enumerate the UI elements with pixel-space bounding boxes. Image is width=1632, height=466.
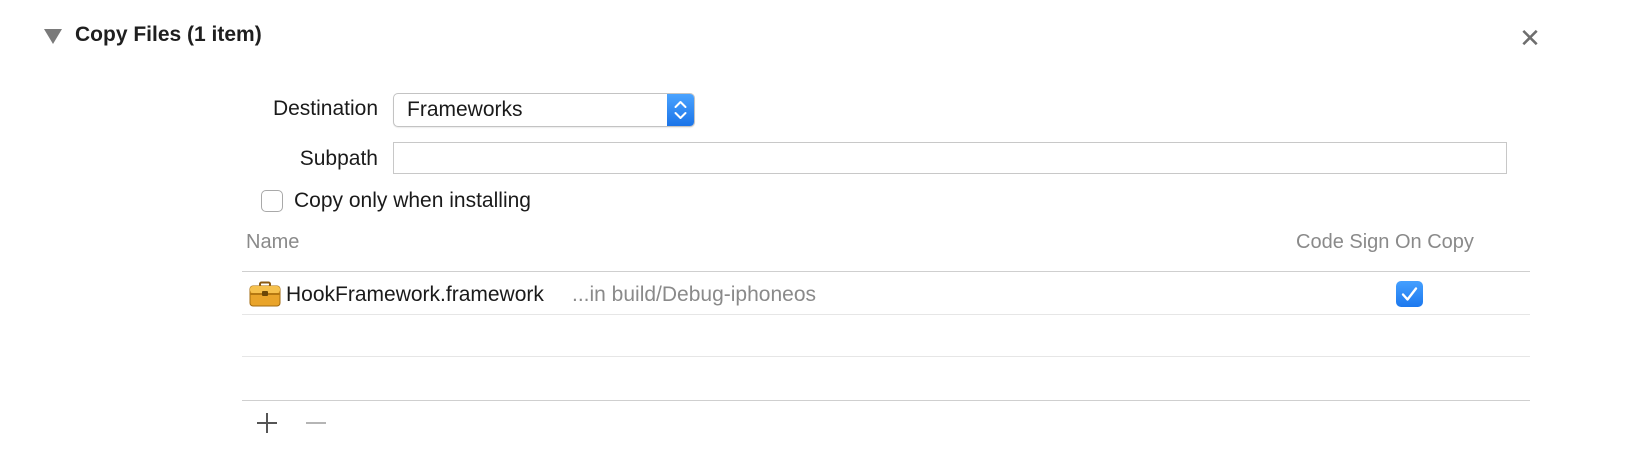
subpath-label: Subpath <box>299 147 378 170</box>
table-bottom-divider <box>242 400 1530 401</box>
toolbox-framework-icon <box>249 281 281 307</box>
plus-icon[interactable] <box>254 410 280 436</box>
copy-files-phase: Copy Files (1 item) ✕ Destination Framew… <box>0 0 1632 466</box>
close-icon[interactable]: ✕ <box>1516 24 1544 52</box>
destination-value: Frameworks <box>407 98 523 121</box>
column-header-name[interactable]: Name <box>246 231 299 254</box>
table-row[interactable]: HookFramework.framework ...in build/Debu… <box>242 272 1530 314</box>
popup-stepper-icon <box>667 94 694 126</box>
column-header-code-sign[interactable]: Code Sign On Copy <box>1296 231 1474 254</box>
destination-popup[interactable]: Frameworks <box>393 93 695 127</box>
copy-only-checkbox[interactable] <box>261 190 283 212</box>
copy-only-label: Copy only when installing <box>294 189 531 212</box>
code-sign-checkbox[interactable] <box>1396 281 1423 307</box>
file-name: HookFramework.framework <box>286 283 544 306</box>
file-location: ...in build/Debug-iphoneos <box>572 283 817 306</box>
minus-icon[interactable] <box>303 410 329 436</box>
phase-title: Copy Files (1 item) <box>75 23 262 46</box>
row-divider <box>242 314 1530 315</box>
row-divider <box>242 356 1530 357</box>
disclosure-triangle-icon[interactable] <box>44 29 62 44</box>
destination-label: Destination <box>272 97 378 120</box>
subpath-input[interactable] <box>393 142 1507 174</box>
